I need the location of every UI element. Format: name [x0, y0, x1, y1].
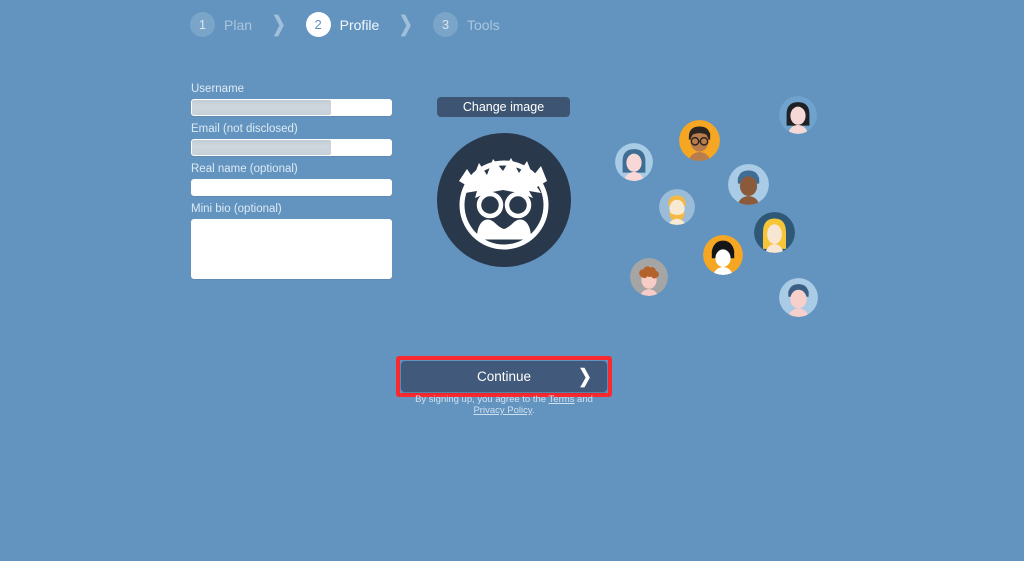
email-skeleton-fill: [192, 140, 332, 155]
legal-prefix: By signing up, you agree to the: [415, 394, 549, 405]
avatar-woman-blonde[interactable]: [754, 212, 795, 253]
legal-notice: By signing up, you agree to the Terms an…: [404, 394, 604, 416]
chevron-right-icon: ❯: [578, 366, 592, 387]
terms-link[interactable]: Terms: [549, 394, 575, 405]
username-label: Username: [191, 83, 245, 95]
avatar-man-blue-hair[interactable]: [728, 164, 769, 205]
wizard-step-tools-number: 3: [432, 12, 458, 37]
signup-profile-page: 1 Plan ❯ 2 Profile ❯ 3 Tools Username Em…: [0, 0, 1024, 561]
avatar-man-navy-hair[interactable]: [779, 278, 818, 317]
username-skeleton-fill: [192, 100, 332, 115]
avatar-man-ginger[interactable]: [630, 258, 668, 296]
chevron-right-icon: ❯: [271, 13, 286, 36]
change-image-button[interactable]: Change image: [437, 97, 570, 117]
username-input[interactable]: [191, 99, 392, 116]
continue-button[interactable]: Continue ❯: [401, 361, 607, 392]
wizard-step-plan-label: Plan: [224, 16, 253, 33]
avatar-person-black-hair[interactable]: [703, 235, 743, 275]
email-label: Email (not disclosed): [191, 123, 298, 135]
wizard-step-profile[interactable]: 2 Profile: [305, 12, 380, 37]
legal-conjunction: and: [574, 394, 593, 405]
email-input[interactable]: [191, 139, 392, 156]
wizard-step-profile-number: 2: [305, 12, 331, 37]
wizard-step-plan[interactable]: 1 Plan: [190, 12, 252, 37]
spiky-hair-face-icon: [459, 158, 549, 250]
continue-button-label: Continue: [476, 369, 532, 384]
real-name-input[interactable]: [191, 179, 392, 196]
privacy-policy-link[interactable]: Privacy Policy: [473, 405, 531, 416]
chevron-right-icon: ❯: [399, 13, 414, 36]
wizard-step-plan-number: 1: [190, 12, 215, 37]
wizard-step-profile-label: Profile: [339, 16, 380, 33]
mini-bio-textarea[interactable]: [191, 219, 392, 279]
legal-suffix: .: [531, 405, 535, 416]
profile-form: Username Email (not disclosed) Real name…: [191, 82, 392, 279]
wizard-step-tools[interactable]: 3 Tools: [432, 12, 500, 37]
mini-bio-label: Mini bio (optional): [191, 203, 282, 215]
real-name-label: Real name (optional): [191, 163, 298, 175]
avatar-man-glasses[interactable]: [679, 120, 720, 161]
avatar-woman-blue-bob[interactable]: [615, 143, 653, 181]
wizard-step-tools-label: Tools: [466, 16, 500, 33]
avatar-woman-dark-bob[interactable]: [779, 96, 817, 134]
wizard-steps: 1 Plan ❯ 2 Profile ❯ 3 Tools: [190, 12, 500, 37]
avatar-man-beard[interactable]: [659, 189, 695, 225]
profile-avatar[interactable]: [437, 133, 571, 267]
